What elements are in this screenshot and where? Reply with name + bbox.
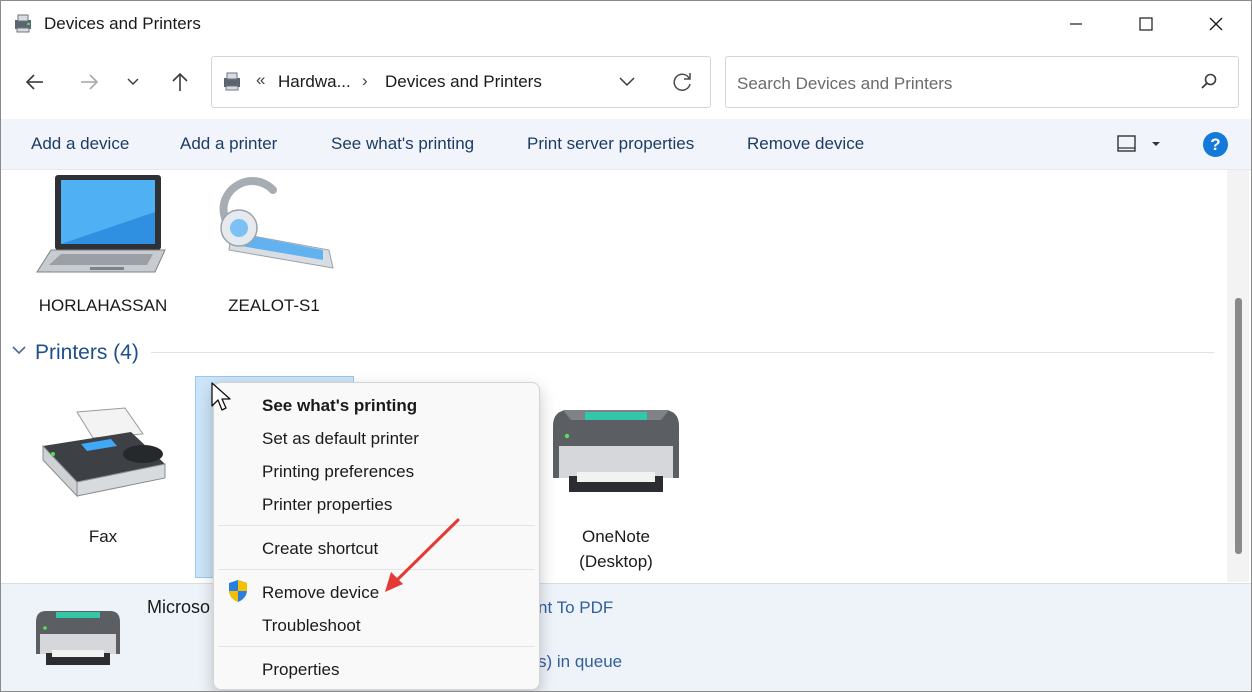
scrollbar-thumb[interactable] [1235,298,1242,554]
menu-item-remove-device[interactable]: Remove device [262,583,379,603]
details-printer-name: Microso [147,597,211,617]
printers-group-title[interactable]: Printers (4) [35,341,139,365]
menu-item-properties[interactable]: Properties [262,660,339,680]
forward-arrow-icon[interactable] [74,67,104,97]
change-view-button[interactable] [1116,133,1166,157]
search-icon[interactable] [1200,72,1218,95]
details-pane: Microso nt To PDF s) in queue [1,583,1251,691]
menu-item-create-shortcut[interactable]: Create shortcut [262,539,378,559]
printer-label-fax[interactable]: Fax [18,524,188,549]
print-server-properties-button[interactable]: Print server properties [527,134,694,154]
device-label-horlahassan[interactable]: HORLAHASSAN [18,293,188,318]
laptop-icon[interactable] [35,172,169,274]
close-button[interactable] [1181,1,1251,47]
devices-printers-app-icon [13,14,35,39]
up-arrow-icon[interactable] [165,67,195,97]
navigation-bar: « Hardwa... › Devices and Printers Searc… [1,47,1251,119]
back-arrow-icon[interactable] [20,67,50,97]
printer-icon[interactable] [551,406,681,498]
see-whats-printing-button[interactable]: See what's printing [331,134,474,154]
minimize-button[interactable] [1041,1,1111,47]
menu-item-set-as-default-printer[interactable]: Set as default printer [262,429,419,449]
devices-content-pane: HORLAHASSAN ZEALOT-S1 Printers (4) Fax O… [1,170,1225,582]
shield-icon [227,579,249,608]
menu-item-printing-preferences[interactable]: Printing preferences [262,462,414,482]
menu-separator [218,646,535,647]
printer-label-onenote-line1[interactable]: OneNote [531,524,701,549]
printer-icon [34,608,122,673]
add-a-device-button[interactable]: Add a device [31,134,129,154]
title-bar: Devices and Printers [1,1,1251,47]
devices-printers-location-icon [222,72,244,97]
details-model: nt To PDF [538,598,614,617]
breadcrumb-overflow[interactable]: « [256,70,265,90]
collapse-chevron-icon[interactable] [11,343,27,361]
fax-icon[interactable] [37,406,171,498]
maximize-button[interactable] [1111,1,1181,47]
refresh-icon[interactable] [672,71,694,98]
breadcrumb-devices-and-printers[interactable]: Devices and Printers [385,72,542,92]
window-title: Devices and Printers [44,14,201,33]
mouse-cursor-icon [210,381,232,418]
device-label-zealot-s1[interactable]: ZEALOT-S1 [189,293,359,318]
help-icon[interactable]: ? [1203,132,1228,157]
breadcrumb-hardware[interactable]: Hardwa... [278,72,351,92]
address-history-chevron-icon[interactable] [618,71,636,96]
add-a-printer-button[interactable]: Add a printer [180,134,277,154]
breadcrumb-separator[interactable]: › [362,71,368,91]
command-bar: Add a device Add a printer See what's pr… [1,119,1251,170]
menu-item-printer-properties[interactable]: Printer properties [262,495,392,515]
devices-and-printers-window: Devices and Printers « Hardwa... › Devic… [0,0,1252,692]
group-divider [151,352,1214,353]
menu-item-troubleshoot[interactable]: Troubleshoot [262,616,361,636]
address-bar[interactable]: « Hardwa... › Devices and Printers [211,56,711,108]
details-queue-status: s) in queue [538,652,623,671]
headset-icon[interactable] [211,170,336,274]
remove-device-button[interactable]: Remove device [747,134,864,154]
search-input[interactable]: Search Devices and Printers [737,74,952,94]
annotation-arrow-icon [371,516,466,601]
printer-label-onenote-line2[interactable]: (Desktop) [531,549,701,574]
vertical-scrollbar[interactable] [1227,170,1249,582]
search-box[interactable]: Search Devices and Printers [725,56,1239,108]
recent-locations-chevron-icon[interactable] [118,67,148,97]
menu-item-see-whats-printing[interactable]: See what's printing [262,396,417,416]
